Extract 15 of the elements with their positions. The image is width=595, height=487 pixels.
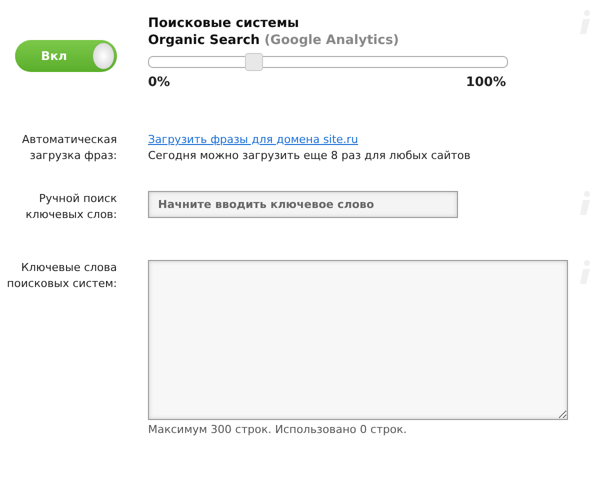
- keyword-input[interactable]: Начните вводить ключевое слово: [148, 191, 458, 218]
- keywords-textarea[interactable]: [148, 260, 568, 420]
- load-link[interactable]: Загрузить фразы для домена site.ru: [148, 132, 358, 148]
- section-title: Поисковые системы: [148, 15, 300, 32]
- slider-thumb[interactable]: [245, 53, 264, 71]
- section-subtitle: Organic Search: [148, 33, 260, 48]
- lines-note: Максимум 300 строк. Использовано 0 строк.: [148, 422, 408, 438]
- field-label: Ручной поиск ключевых слов:: [24, 191, 117, 223]
- min-label: 0%: [148, 75, 170, 90]
- load-note: Сегодня можно загрузить еще 8 раз для любых сайтов: [148, 148, 471, 164]
- field-label: Автоматическая загрузка фраз:: [20, 132, 117, 164]
- max-label: 100%: [466, 75, 506, 90]
- source-label: (Google Analytics): [264, 33, 399, 48]
- slider-track[interactable]: [148, 56, 508, 68]
- field-label: Ключевые слова поисковых систем:: [6, 260, 117, 292]
